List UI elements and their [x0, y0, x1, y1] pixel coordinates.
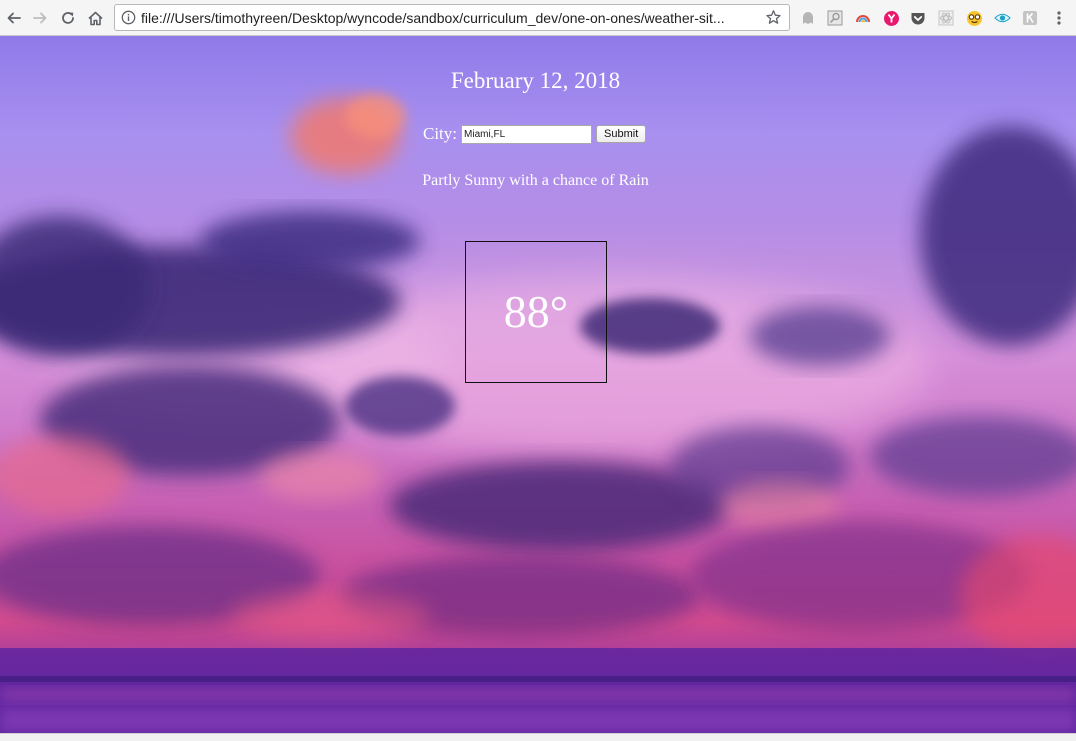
window-bottom-edge [0, 733, 1076, 741]
search-extension-icon [827, 10, 843, 26]
rainbow-extension-button[interactable] [854, 9, 872, 27]
back-button[interactable] [3, 7, 25, 29]
eye-extension-icon [993, 13, 1011, 23]
menu-button[interactable] [1050, 9, 1068, 27]
k-extension-icon [1023, 11, 1037, 25]
browser-window: file:///Users/timothyreen/Desktop/wyncod… [0, 0, 1076, 741]
weather-conditions: Partly Sunny with a chance of Rain [422, 172, 649, 189]
vertical-dots-menu-icon [1057, 11, 1061, 25]
reload-button[interactable] [57, 7, 79, 29]
pink-y-extension-button[interactable] [882, 9, 900, 27]
city-input[interactable] [461, 124, 593, 144]
pocket-extension-icon [911, 12, 925, 24]
weather-page: February 12, 2018 City: Submit Partly Su… [0, 36, 1076, 733]
city-label: City: [423, 124, 458, 143]
date-heading: February 12, 2018 [450, 68, 621, 93]
temperature-value: 88° [503, 286, 569, 337]
react-extension-icon [938, 10, 954, 26]
nerd-emoji-extension-icon [966, 10, 982, 26]
browser-toolbar: file:///Users/timothyreen/Desktop/wyncod… [0, 0, 1076, 36]
page-viewport: February 12, 2018 City: Submit Partly Su… [0, 36, 1076, 733]
nerd-emoji-extension-button[interactable] [965, 9, 983, 27]
react-extension-button[interactable] [937, 9, 955, 27]
forward-arrow-icon [33, 12, 47, 24]
pink-y-extension-icon [883, 10, 899, 26]
forward-button[interactable] [29, 7, 51, 29]
rainbow-extension-icon [856, 15, 870, 23]
reload-icon [62, 12, 74, 24]
back-arrow-icon [7, 12, 21, 24]
temperature-box: 88° [465, 241, 607, 383]
search-extension-button[interactable] [826, 9, 844, 27]
pocket-extension-button[interactable] [909, 9, 927, 27]
url-text[interactable]: file:///Users/timothyreen/Desktop/wyncod… [141, 10, 751, 26]
k-extension-button[interactable] [1021, 9, 1039, 27]
bookmark-star-icon[interactable] [765, 9, 782, 26]
city-form: City: Submit [423, 123, 647, 145]
ghost-extension-icon [803, 12, 813, 24]
submit-button[interactable]: Submit [596, 125, 647, 143]
address-bar[interactable]: file:///Users/timothyreen/Desktop/wyncod… [114, 4, 790, 31]
ghost-extension-button[interactable] [799, 9, 817, 27]
home-icon [87, 11, 103, 25]
eye-extension-button[interactable] [993, 9, 1011, 27]
home-button[interactable] [84, 7, 106, 29]
info-icon[interactable] [121, 10, 136, 25]
